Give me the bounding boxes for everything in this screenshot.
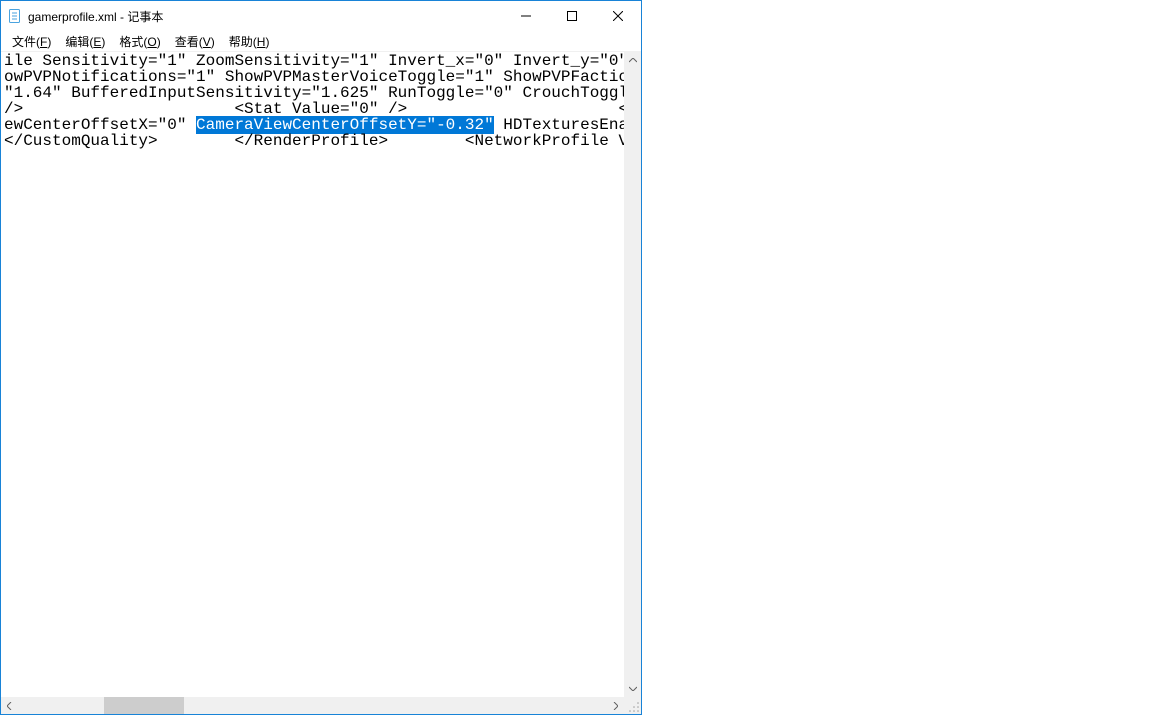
maximize-button[interactable] bbox=[549, 1, 595, 31]
menu-format[interactable]: 格式(O) bbox=[112, 31, 167, 52]
vertical-scrollbar[interactable] bbox=[624, 52, 641, 697]
scroll-right-arrow-icon[interactable] bbox=[607, 697, 624, 714]
editor-area: ile Sensitivity="1" ZoomSensitivity="1" … bbox=[1, 52, 641, 714]
menubar: 文件(F) 编辑(E) 格式(O) 查看(V) 帮助(H) bbox=[1, 31, 641, 52]
titlebar[interactable]: gamerprofile.xml - 记事本 bbox=[1, 1, 641, 31]
resize-grip[interactable] bbox=[624, 697, 641, 714]
hscroll-track[interactable] bbox=[18, 697, 607, 714]
hscroll-thumb[interactable] bbox=[104, 697, 184, 714]
minimize-button[interactable] bbox=[503, 1, 549, 31]
scroll-down-arrow-icon[interactable] bbox=[624, 680, 641, 697]
menu-view[interactable]: 查看(V) bbox=[168, 31, 222, 52]
menu-help[interactable]: 帮助(H) bbox=[222, 31, 277, 52]
scroll-left-arrow-icon[interactable] bbox=[1, 697, 18, 714]
notepad-icon bbox=[7, 8, 23, 24]
text-content[interactable]: ile Sensitivity="1" ZoomSensitivity="1" … bbox=[1, 52, 624, 697]
notepad-window: gamerprofile.xml - 记事本 文件(F) 编辑(E) 格式(O)… bbox=[0, 0, 642, 715]
horizontal-scrollbar[interactable] bbox=[1, 697, 624, 714]
close-button[interactable] bbox=[595, 1, 641, 31]
menu-file[interactable]: 文件(F) bbox=[5, 31, 58, 52]
window-controls bbox=[503, 1, 641, 31]
window-title: gamerprofile.xml - 记事本 bbox=[28, 8, 163, 25]
menu-edit[interactable]: 编辑(E) bbox=[58, 31, 112, 52]
scroll-up-arrow-icon[interactable] bbox=[624, 52, 641, 69]
text-line: </CustomQuality> </RenderProfile> <Netwo… bbox=[4, 132, 624, 150]
